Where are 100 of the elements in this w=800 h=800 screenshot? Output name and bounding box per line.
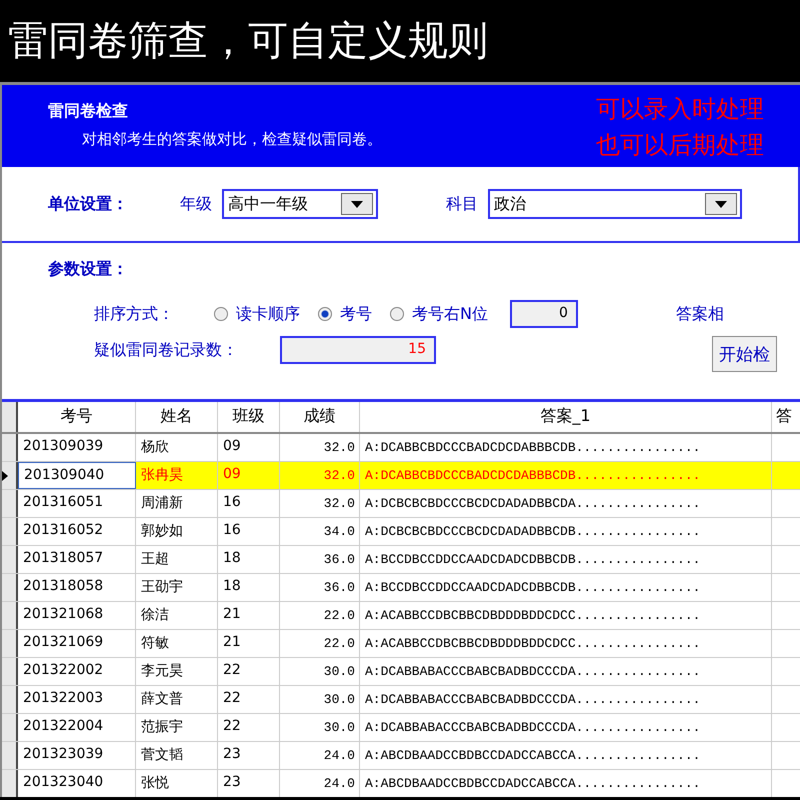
column-header[interactable]: 姓名 xyxy=(136,402,218,432)
row-header[interactable] xyxy=(2,546,18,573)
table-cell: 16 xyxy=(218,518,280,545)
table-cell: 22 xyxy=(218,714,280,741)
start-check-button[interactable]: 开始检 xyxy=(712,336,777,372)
table-cell: 201321069 xyxy=(18,630,136,657)
table-cell: A:ACABBCCDBCBBCDBDDDBDDCDCC................ xyxy=(360,602,772,629)
table-cell: 22.0 xyxy=(280,630,360,657)
table-cell: A:DCABBABACCCBABCBADBDCCCDA................ xyxy=(360,714,772,741)
table-cell: A:ABCDBAADCCBDBCCDADCCABCCA................ xyxy=(360,742,772,769)
row-header[interactable] xyxy=(2,742,18,769)
row-header[interactable] xyxy=(2,602,18,629)
table-cell: 201318058 xyxy=(18,574,136,601)
section-label: 参数设置： xyxy=(48,259,129,280)
table-cell: 22 xyxy=(218,686,280,713)
panel-title: 雷同卷检查 xyxy=(48,101,129,122)
row-header[interactable] xyxy=(2,518,18,545)
annotation-text: 也可以后期处理 xyxy=(596,130,764,161)
table-cell: A:BCCDBCCDDCCAADCDADCDBBCDB................ xyxy=(360,546,772,573)
sort-radio[interactable]: 考号右N位 xyxy=(390,304,488,324)
table-cell: 09 xyxy=(218,434,280,461)
row-header[interactable] xyxy=(2,686,18,713)
table-cell: 23 xyxy=(218,770,280,797)
dropdown-arrow-icon xyxy=(351,200,363,208)
table-cell: 30.0 xyxy=(280,658,360,685)
column-header[interactable]: 答案_1 xyxy=(360,402,772,432)
table-cell: 王超 xyxy=(136,546,218,573)
table-cell: 32.0 xyxy=(280,490,360,517)
table-cell: 201318057 xyxy=(18,546,136,573)
banner-title: 雷同卷筛查，可自定义规则 xyxy=(8,16,488,66)
subject-dropdown[interactable]: 政治 xyxy=(488,189,742,219)
row-header[interactable] xyxy=(2,462,18,489)
table-cell: 薛文普 xyxy=(136,686,218,713)
table-cell: 杨欣 xyxy=(136,434,218,461)
table-cell: 李元昊 xyxy=(136,658,218,685)
row-pointer-icon xyxy=(2,470,8,480)
table-cell: 23 xyxy=(218,742,280,769)
row-header[interactable] xyxy=(2,770,18,797)
table-cell: 郭妙如 xyxy=(136,518,218,545)
sort-label: 排序方式： xyxy=(94,304,175,324)
column-header[interactable]: 考号 xyxy=(18,402,136,432)
table-cell: 32.0 xyxy=(280,434,360,461)
table-cell: 201322002 xyxy=(18,658,136,685)
column-header[interactable]: 成绩 xyxy=(280,402,360,432)
table-cell: A:DCABBCBDCCCBADCDCDABBBCDB................ xyxy=(360,434,772,461)
table-cell: 34.0 xyxy=(280,518,360,545)
table-cell: 菅文韬 xyxy=(136,742,218,769)
digits-field[interactable]: 0 xyxy=(510,300,578,328)
table-cell: A:DCBCBCBDCCCBCDCDADADBBCDA................ xyxy=(360,490,772,517)
dropdown-arrow-icon xyxy=(715,200,727,208)
table-cell: A:BCCDBCCDDCCAADCDADCDBBCDB................ xyxy=(360,574,772,601)
table-cell: 201322003 xyxy=(18,686,136,713)
table-cell: 201309040 xyxy=(18,462,136,489)
table-cell: A:DCABBCBDCCCBADCDCDABBBCDB................ xyxy=(360,462,772,489)
sort-radio[interactable]: 读卡顺序 xyxy=(214,304,300,324)
table-cell: 32.0 xyxy=(280,462,360,489)
sort-radio[interactable]: 考号 xyxy=(318,304,372,324)
row-header[interactable] xyxy=(2,630,18,657)
table-cell: 201323040 xyxy=(18,770,136,797)
record-count-label: 疑似雷同卷记录数： xyxy=(94,340,239,360)
table-cell: 201309039 xyxy=(18,434,136,461)
table-cell: A:DCBCBCBDCCCBCDCDADADBBCDB................ xyxy=(360,518,772,545)
subject-label: 科目 xyxy=(446,194,478,214)
table-cell: 24.0 xyxy=(280,742,360,769)
row-header[interactable] xyxy=(2,658,18,685)
table-cell: 周浦新 xyxy=(136,490,218,517)
column-header[interactable]: 答 xyxy=(772,402,800,432)
table-cell: 24.0 xyxy=(280,770,360,797)
table-cell: A:ABCDBAADCCBDBCCDADCCABCCA................ xyxy=(360,770,772,797)
table-cell: 36.0 xyxy=(280,546,360,573)
table-cell: 201322004 xyxy=(18,714,136,741)
table-cell: 王劭宇 xyxy=(136,574,218,601)
grade-dropdown[interactable]: 高中一年级 xyxy=(222,189,378,219)
table-cell: A:DCABBABACCCBABCBADBDCCCDA................ xyxy=(360,658,772,685)
same-answer-label: 答案相 xyxy=(676,304,724,324)
table-cell: 21 xyxy=(218,602,280,629)
table-cell: 张悦 xyxy=(136,770,218,797)
table-cell: 徐洁 xyxy=(136,602,218,629)
table-cell: 201316052 xyxy=(18,518,136,545)
annotation-text: 可以录入时处理 xyxy=(596,94,764,125)
table-cell: 201316051 xyxy=(18,490,136,517)
row-header[interactable] xyxy=(2,714,18,741)
table-cell: 16 xyxy=(218,490,280,517)
table-cell: 30.0 xyxy=(280,686,360,713)
table-cell: A:DCABBABACCCBABCBADBDCCCDA................ xyxy=(360,686,772,713)
section-label: 单位设置： xyxy=(48,194,128,214)
table-cell: 符敏 xyxy=(136,630,218,657)
row-header[interactable] xyxy=(2,490,18,517)
column-header[interactable]: 班级 xyxy=(218,402,280,432)
table-cell: 18 xyxy=(218,546,280,573)
table-cell: 21 xyxy=(218,630,280,657)
row-header[interactable] xyxy=(2,574,18,601)
table-cell: 201323039 xyxy=(18,742,136,769)
row-header[interactable] xyxy=(2,434,18,461)
record-count-field[interactable]: 15 xyxy=(280,336,436,364)
table-cell: 36.0 xyxy=(280,574,360,601)
table-cell: 18 xyxy=(218,574,280,601)
table-cell: 范振宇 xyxy=(136,714,218,741)
table-cell: 09 xyxy=(218,462,280,489)
table-cell: 张冉昊 xyxy=(136,462,218,489)
